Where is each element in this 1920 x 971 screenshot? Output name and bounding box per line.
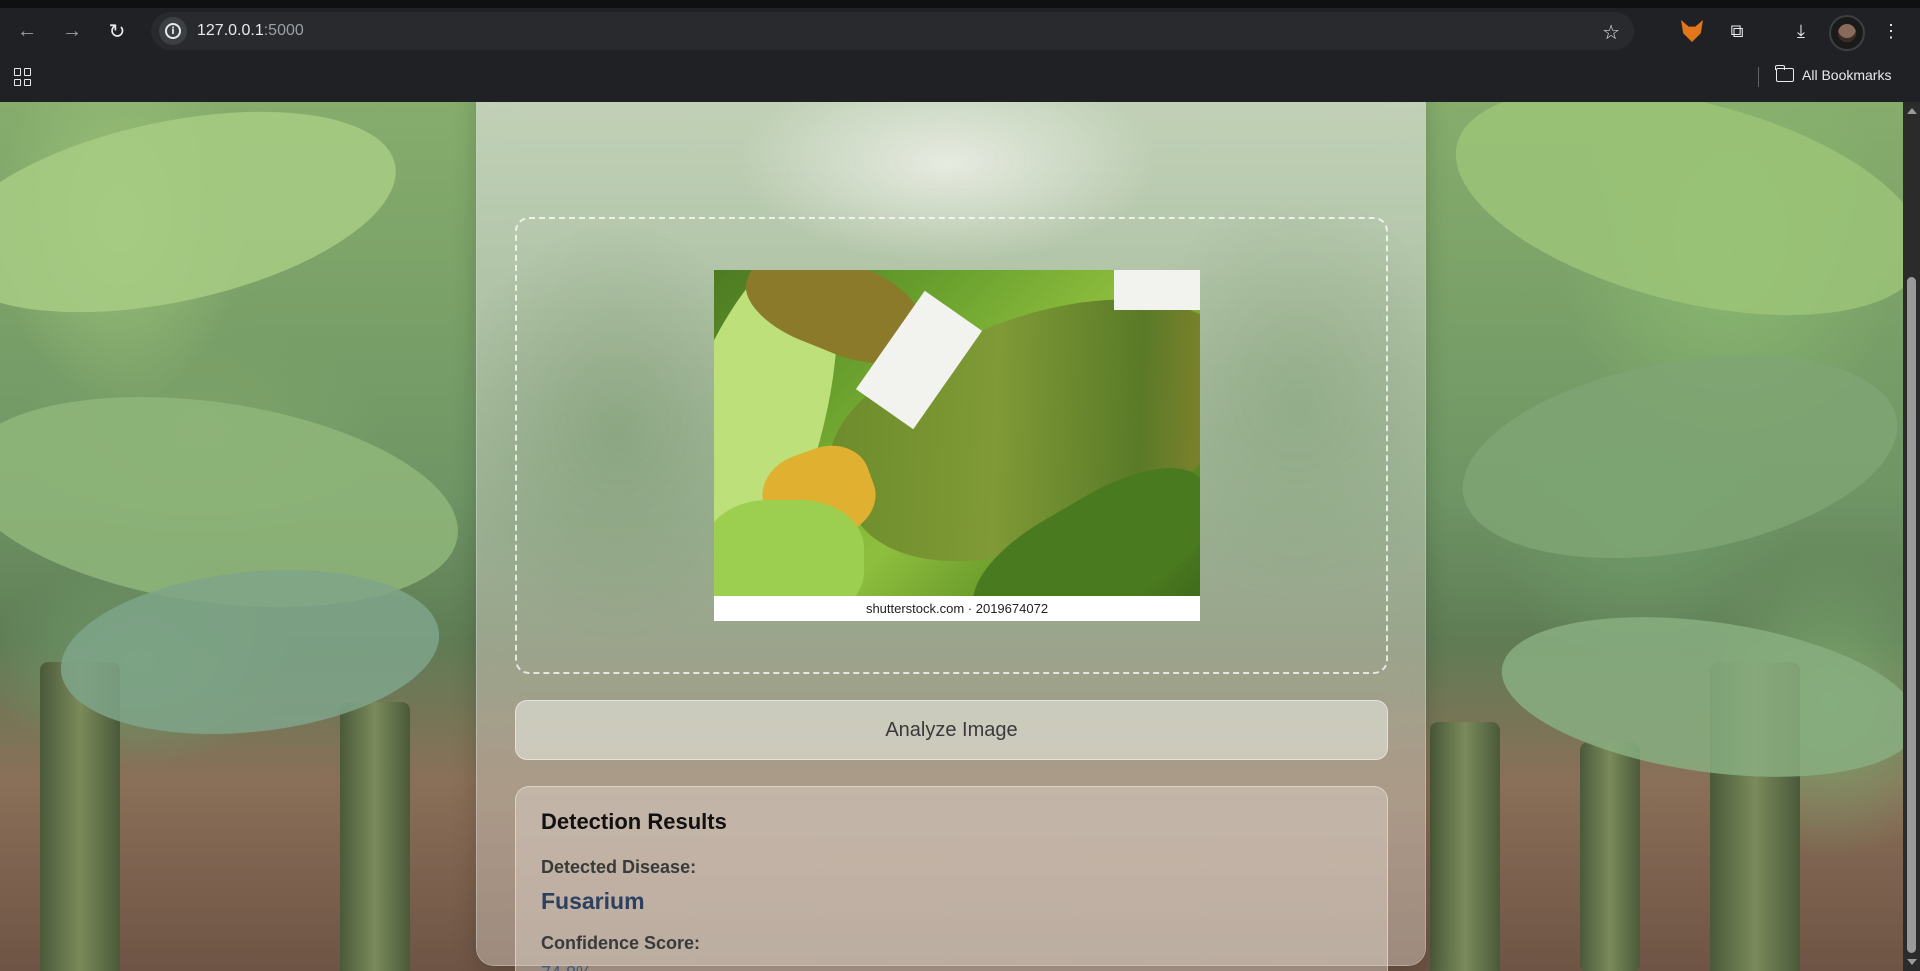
detected-disease-value: Fusarium [541, 888, 645, 914]
extensions-icon[interactable]: ⧉ [1722, 16, 1752, 46]
profile-avatar[interactable] [1829, 15, 1865, 51]
scroll-down-arrow-icon[interactable] [1907, 959, 1917, 965]
image-upload-dropzone[interactable]: shutterstock.com · 2019674072 [515, 217, 1388, 674]
metamask-extension-icon[interactable] [1677, 16, 1707, 46]
results-title: Detection Results [541, 809, 727, 834]
confidence-score-label: Confidence Score: [541, 933, 701, 953]
download-icon[interactable]: ⤓ [1786, 16, 1816, 46]
browser-toolbar: ← → ↻ i 127.0.0.1:5000 ☆ ⧉ ⤓ ⋮ [0, 8, 1920, 54]
site-info-icon[interactable]: i [159, 17, 187, 45]
url-text[interactable]: 127.0.0.1:5000 [197, 22, 304, 40]
url-port: :5000 [263, 22, 304, 39]
uploaded-image-preview: shutterstock.com · 2019674072 [714, 270, 1200, 621]
banana-leaf [1446, 325, 1903, 589]
url-host: 127.0.0.1 [197, 22, 264, 39]
address-bar[interactable]: i 127.0.0.1:5000 ☆ [151, 12, 1634, 50]
banana-leaf [0, 102, 414, 348]
analyze-image-button[interactable]: Analyze Image [515, 700, 1388, 760]
tab-strip [0, 0, 1920, 8]
all-bookmarks-label: All Bookmarks [1802, 67, 1892, 83]
banana-stem [1430, 722, 1500, 971]
scrollbar-thumb[interactable] [1907, 277, 1916, 953]
browser-chrome: ← → ↻ i 127.0.0.1:5000 ☆ ⧉ ⤓ ⋮ All Bookm… [0, 0, 1920, 102]
folder-icon [1775, 65, 1794, 82]
banana-leaf [1491, 593, 1903, 801]
page-viewport: shutterstock.com · 2019674072 Analyze Im… [0, 102, 1903, 971]
image-watermark-caption: shutterstock.com · 2019674072 [865, 601, 1049, 616]
banana-leaf [1432, 102, 1903, 358]
reload-icon[interactable]: ↻ [102, 16, 132, 46]
bookmarks-bar: All Bookmarks [0, 54, 1920, 102]
confidence-score-value: 74.8% [541, 963, 592, 971]
detection-card: shutterstock.com · 2019674072 Analyze Im… [476, 102, 1426, 971]
vertical-scrollbar[interactable] [1903, 102, 1920, 971]
menu-icon[interactable]: ⋮ [1876, 16, 1906, 46]
detection-results-panel: Detection Results Detected Disease: Fusa… [515, 786, 1388, 971]
forward-icon[interactable]: → [57, 16, 87, 46]
detected-disease-label: Detected Disease: [541, 857, 697, 877]
bookmark-star-icon[interactable]: ☆ [1602, 20, 1620, 45]
scroll-up-arrow-icon[interactable] [1907, 108, 1917, 114]
banana-stem [340, 702, 410, 971]
all-bookmarks-button[interactable]: All Bookmarks [1775, 65, 1892, 83]
bookmarks-divider [1758, 67, 1759, 87]
back-icon[interactable]: ← [12, 16, 42, 46]
leaf-photo [714, 270, 1200, 596]
banana-stem [1580, 742, 1640, 971]
apps-icon[interactable] [14, 68, 32, 86]
